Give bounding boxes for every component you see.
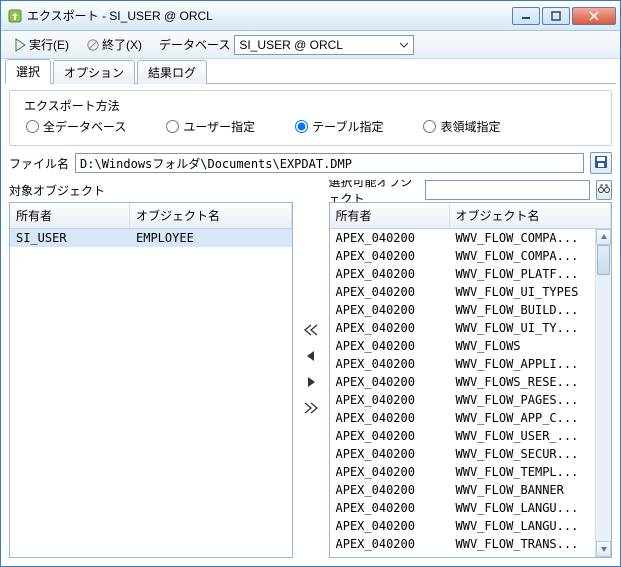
table-row[interactable]: APEX_040200WWV_FLOW_PAGES... xyxy=(330,391,596,409)
stop-button[interactable]: 終了(X) xyxy=(80,33,149,56)
database-label: データベース xyxy=(159,36,230,53)
col-owner[interactable]: 所有者 xyxy=(10,203,130,228)
target-objects-panel: 対象オブジェクト 所有者 オブジェクト名 SI_USEREMPLOYEE xyxy=(9,180,293,558)
tab-log[interactable]: 結果ログ xyxy=(137,60,207,84)
table-row[interactable]: APEX_040200WWV_FLOW_SECUR... xyxy=(330,445,596,463)
radio-tablespace[interactable]: 表領域指定 xyxy=(423,118,500,135)
table-row[interactable]: APEX_040200WWV_FLOW_COMPA... xyxy=(330,247,596,265)
export-method-title: エクスポート方法 xyxy=(20,97,124,114)
table-row[interactable]: APEX_040200WWV_FLOW_TRANS... xyxy=(330,535,596,553)
filter-input[interactable] xyxy=(425,180,590,200)
run-button[interactable]: 実行(E) xyxy=(7,33,76,56)
scroll-thumb[interactable] xyxy=(597,245,610,275)
radio-table[interactable]: テーブル指定 xyxy=(295,118,383,135)
scroll-down-button[interactable] xyxy=(596,541,611,557)
table-row[interactable]: APEX_040200WWV_FLOW_UI_TY... xyxy=(330,319,596,337)
table-row[interactable]: APEX_040200WWV_FLOW_USER_... xyxy=(330,427,596,445)
tab-select[interactable]: 選択 xyxy=(5,59,51,84)
table-row[interactable]: APEX_040200WWV_FLOWS_RESE... xyxy=(330,373,596,391)
table-row[interactable]: APEX_040200WWV_FLOW_BANNER xyxy=(330,481,596,499)
tab-bar: 選択 オプション 結果ログ xyxy=(1,59,620,83)
titlebar: エクスポート - SI_USER @ ORCL xyxy=(1,1,620,31)
database-select[interactable]: SI_USER @ ORCL xyxy=(234,35,414,55)
run-label: 実行(E) xyxy=(29,36,69,53)
move-right-button[interactable] xyxy=(302,374,320,390)
stop-label: 終了(X) xyxy=(102,36,142,53)
table-row[interactable]: APEX_040200WWV_FLOW_LANGU... xyxy=(330,517,596,535)
content: エクスポート方法 全データベース ユーザー指定 テーブル指定 表領域指定 ファイ… xyxy=(1,84,620,566)
tab-options[interactable]: オプション xyxy=(53,60,135,84)
export-window: エクスポート - SI_USER @ ORCL 実行(E) 終了(X) データベ… xyxy=(0,0,621,567)
binoculars-icon xyxy=(598,183,610,198)
transfer-buttons xyxy=(297,180,325,558)
col-object[interactable]: オブジェクト名 xyxy=(130,203,292,228)
save-icon xyxy=(594,155,608,172)
target-title: 対象オブジェクト xyxy=(9,182,105,199)
table-row[interactable]: APEX_040200WWV_FLOW_APP_C... xyxy=(330,409,596,427)
col-object[interactable]: オブジェクト名 xyxy=(450,203,612,228)
scroll-up-button[interactable] xyxy=(596,229,611,245)
radio-user[interactable]: ユーザー指定 xyxy=(166,118,255,135)
toolbar: 実行(E) 終了(X) データベース SI_USER @ ORCL xyxy=(1,31,620,59)
move-left-button[interactable] xyxy=(302,348,320,364)
app-icon xyxy=(7,8,23,24)
table-row[interactable]: APEX_040200WWV_FLOW_UI_TYPES xyxy=(330,283,596,301)
filename-label: ファイル名 xyxy=(9,155,69,172)
scroll-track[interactable] xyxy=(596,245,611,541)
window-title: エクスポート - SI_USER @ ORCL xyxy=(27,7,512,24)
export-method-group: エクスポート方法 全データベース ユーザー指定 テーブル指定 表領域指定 xyxy=(9,90,612,146)
table-row[interactable]: SI_USEREMPLOYEE xyxy=(10,229,292,247)
filename-input[interactable] xyxy=(75,153,584,173)
save-file-button[interactable] xyxy=(590,152,612,174)
move-all-left-button[interactable] xyxy=(302,322,320,338)
table-row[interactable]: APEX_040200WWV_FLOW_COMPA... xyxy=(330,229,596,247)
minimize-button[interactable] xyxy=(512,7,540,25)
radio-full-db[interactable]: 全データベース xyxy=(26,118,126,135)
target-table: 所有者 オブジェクト名 SI_USEREMPLOYEE xyxy=(9,202,293,558)
filename-row: ファイル名 xyxy=(9,152,612,174)
lists-area: 対象オブジェクト 所有者 オブジェクト名 SI_USEREMPLOYEE xyxy=(9,180,612,558)
available-table-body[interactable]: APEX_040200WWV_FLOW_COMPA...APEX_040200W… xyxy=(330,229,596,557)
table-row[interactable]: APEX_040200WWV_FLOW_LANGU... xyxy=(330,499,596,517)
database-value: SI_USER @ ORCL xyxy=(239,38,343,52)
window-buttons xyxy=(512,7,620,25)
search-button[interactable] xyxy=(596,180,612,200)
chevron-down-icon xyxy=(398,39,410,51)
target-table-body[interactable]: SI_USEREMPLOYEE xyxy=(10,229,292,557)
table-row[interactable]: APEX_040200WWV_FLOW_TRANS... xyxy=(330,553,596,557)
table-row[interactable]: APEX_040200WWV_FLOW_BUILD... xyxy=(330,301,596,319)
table-row[interactable]: APEX_040200WWV_FLOWS xyxy=(330,337,596,355)
table-row[interactable]: APEX_040200WWV_FLOW_APPLI... xyxy=(330,355,596,373)
col-owner[interactable]: 所有者 xyxy=(330,203,450,228)
scrollbar[interactable] xyxy=(595,229,611,557)
close-button[interactable] xyxy=(572,7,616,25)
table-row[interactable]: APEX_040200WWV_FLOW_TEMPL... xyxy=(330,463,596,481)
available-table: 所有者 オブジェクト名 APEX_040200WWV_FLOW_COMPA...… xyxy=(329,202,613,558)
move-all-right-button[interactable] xyxy=(302,400,320,416)
available-objects-panel: 選択可能オブジェクト 所有者 オブジェクト名 APEX_040200WWV_FL… xyxy=(329,180,613,558)
table-row[interactable]: APEX_040200WWV_FLOW_PLATF... xyxy=(330,265,596,283)
maximize-button[interactable] xyxy=(542,7,570,25)
